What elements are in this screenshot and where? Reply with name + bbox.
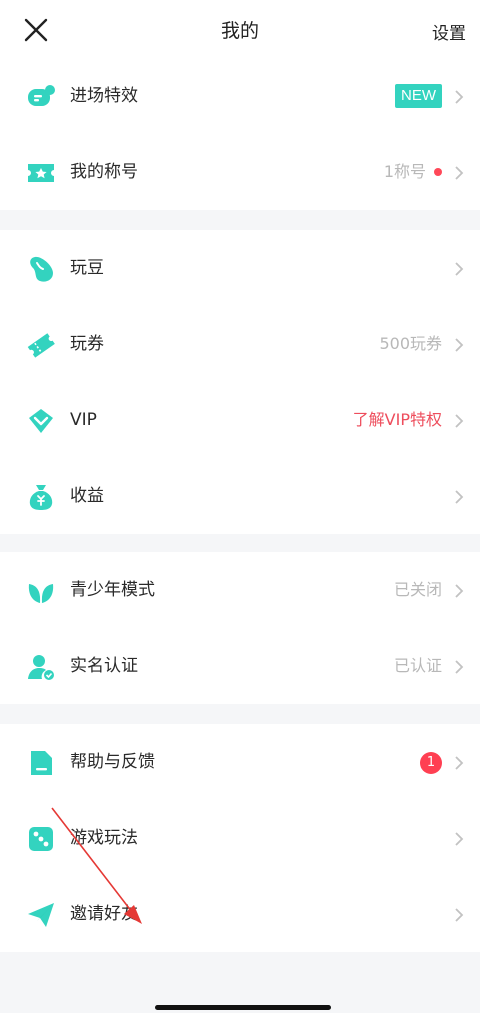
money-bag-icon <box>29 485 53 510</box>
row-label: 帮助与反馈 <box>70 752 155 772</box>
help-feedback-row[interactable]: 帮助与反馈 1 <box>0 724 480 800</box>
section-divider <box>0 210 480 230</box>
section-divider <box>0 704 480 724</box>
chevron-right-icon <box>455 262 464 276</box>
chevron-right-icon <box>455 584 464 598</box>
dice-icon <box>29 827 53 851</box>
row-value: 500玩券 <box>379 334 442 353</box>
chevron-right-icon <box>455 908 464 922</box>
vip-diamond-icon <box>29 409 53 433</box>
paper-plane-icon <box>28 903 54 927</box>
row-label: 游戏玩法 <box>70 828 138 848</box>
new-badge: NEW <box>395 84 442 108</box>
bean-icon <box>30 256 53 282</box>
earnings-row[interactable]: 收益 <box>0 458 480 534</box>
document-icon <box>31 751 52 775</box>
row-value: 已认证 <box>393 656 442 675</box>
chevron-right-icon <box>455 660 464 674</box>
row-label: 玩券 <box>70 334 104 354</box>
sprout-icon <box>28 584 54 603</box>
my-title-row[interactable]: 我的称号 1称号 <box>0 134 480 210</box>
row-value: 已关闭 <box>393 580 442 599</box>
ticket-icon <box>27 333 55 358</box>
section-divider <box>0 534 480 552</box>
chevron-right-icon <box>455 166 464 180</box>
settings-button[interactable]: 设置 <box>432 19 466 44</box>
row-label: 我的称号 <box>70 162 138 182</box>
real-name-row[interactable]: 实名认证 已认证 <box>0 628 480 704</box>
vip-benefits-link[interactable]: 了解VIP特权 <box>353 382 442 458</box>
bottom-spacer <box>0 952 480 1013</box>
vip-row[interactable]: VIP 了解VIP特权 <box>0 382 480 458</box>
chevron-right-icon <box>455 490 464 504</box>
row-label: 邀请好友 <box>70 904 138 924</box>
top-bar: 我的 设置 <box>0 0 480 60</box>
user-verified-icon <box>28 655 54 680</box>
chevron-right-icon <box>455 832 464 846</box>
home-indicator <box>155 1005 331 1010</box>
row-value: 1称号 <box>383 162 426 181</box>
chevron-right-icon <box>455 90 464 104</box>
chevron-right-icon <box>455 414 464 428</box>
teen-mode-row[interactable]: 青少年模式 已关闭 <box>0 552 480 628</box>
unread-count-badge: 1 <box>420 752 442 774</box>
row-label: 实名认证 <box>70 656 138 676</box>
row-label: 收益 <box>70 486 104 506</box>
badge-card-icon <box>28 164 54 182</box>
invite-friends-row[interactable]: 邀请好友 <box>0 876 480 952</box>
notification-dot <box>434 168 442 176</box>
ticket-chat-icon <box>28 85 55 106</box>
beans-row[interactable]: 玩豆 <box>0 230 480 306</box>
row-label: 进场特效 <box>70 86 138 106</box>
page-title: 我的 <box>220 20 259 42</box>
entry-effects-row[interactable]: 进场特效 NEW <box>0 58 480 134</box>
chevron-right-icon <box>455 756 464 770</box>
chevron-right-icon <box>455 338 464 352</box>
coupons-row[interactable]: 玩券 500玩券 <box>0 306 480 382</box>
gameplay-row[interactable]: 游戏玩法 <box>0 800 480 876</box>
row-label: VIP <box>70 410 97 430</box>
row-label: 玩豆 <box>70 258 104 278</box>
row-label: 青少年模式 <box>70 580 155 600</box>
